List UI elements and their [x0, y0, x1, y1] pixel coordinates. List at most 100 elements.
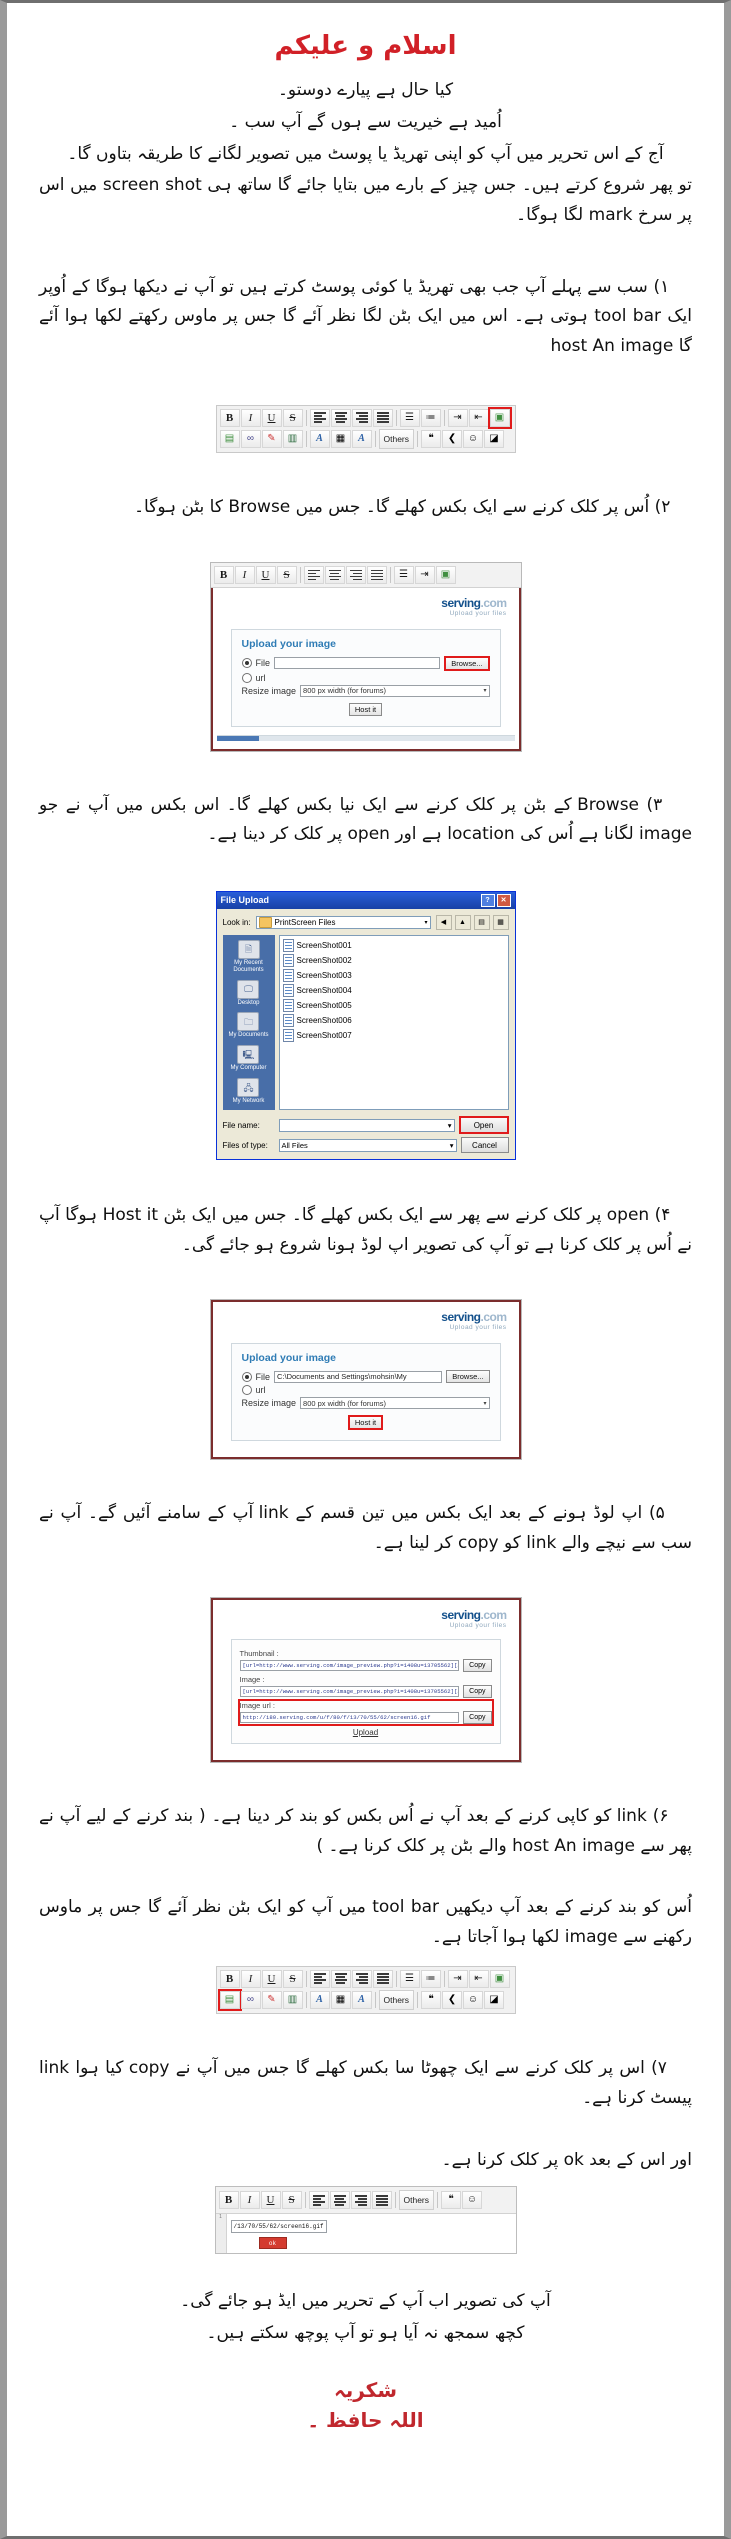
align-left-button[interactable]	[303, 565, 324, 584]
font-size-icon[interactable]: A	[351, 429, 372, 448]
strikethrough-button[interactable]: S	[282, 408, 303, 427]
align-center-button[interactable]	[330, 1969, 351, 1988]
list-item[interactable]: ScreenShot003	[282, 968, 505, 982]
indent-button[interactable]: ⇥	[447, 408, 468, 427]
url-radio[interactable]	[241, 1385, 252, 1396]
smiley-icon[interactable]: ☺	[463, 429, 484, 448]
upload-link[interactable]: Upload	[240, 1728, 492, 1737]
align-justify-button[interactable]	[366, 565, 387, 584]
cancel-button[interactable]: Cancel	[460, 1137, 509, 1154]
indent-button[interactable]: ⇥	[414, 565, 435, 584]
underline-button[interactable]: U	[261, 408, 282, 427]
insert-image-button[interactable]: ▤	[217, 1988, 242, 2011]
list-icon[interactable]: ▥	[282, 429, 303, 448]
list-item[interactable]: ScreenShot002	[282, 953, 505, 967]
list-item[interactable]: ScreenShot001	[282, 938, 505, 952]
copy-image-url-button[interactable]: Copy	[463, 1711, 492, 1725]
place-my-documents[interactable]: 🗀 My Documents	[228, 1012, 269, 1039]
file-input[interactable]: C:\Documents and Settings\mohsin\My	[274, 1370, 443, 1383]
outdent-button[interactable]: ⇤	[468, 408, 489, 427]
host-an-image-button[interactable]: ▣	[487, 406, 512, 429]
image-url-paste-input[interactable]: /13/70/55/62/screen16.gif	[230, 2220, 327, 2234]
strikethrough-button[interactable]: S	[281, 2191, 302, 2210]
italic-button[interactable]: I	[234, 565, 255, 584]
file-type-select[interactable]: All Files ▾	[278, 1138, 457, 1152]
url-radio[interactable]	[241, 672, 252, 683]
quote-icon[interactable]: ❝	[441, 2191, 462, 2210]
palette-icon[interactable]: ▦	[330, 429, 351, 448]
file-name-input[interactable]: ▾	[278, 1118, 455, 1132]
unordered-list-button[interactable]: ≔	[420, 1969, 441, 1988]
bold-button[interactable]: B	[218, 2191, 239, 2210]
resize-select[interactable]: 800 px width (for forums) ▾	[300, 684, 490, 697]
link-icon[interactable]: ∞	[240, 429, 261, 448]
file-list[interactable]: ScreenShot001 ScreenShot002 ScreenShot00…	[278, 934, 509, 1111]
thumbnail-code-input[interactable]: [url=http://www.serving.com/image_previe…	[239, 1660, 460, 1672]
look-in-combo[interactable]: PrintScreen Files ▾	[255, 915, 431, 929]
font-color-icon[interactable]: A	[309, 1990, 330, 2009]
place-my-recent-documents[interactable]: 🗎 My Recent Documents	[225, 939, 273, 974]
attachment-icon[interactable]: ✎	[261, 429, 282, 448]
underline-button[interactable]: U	[260, 2191, 281, 2210]
others-dropdown[interactable]: Others	[378, 1989, 415, 2010]
align-center-button[interactable]	[330, 408, 351, 427]
underline-button[interactable]: U	[261, 1969, 282, 1988]
horizontal-scrollbar[interactable]	[216, 734, 515, 741]
align-center-button[interactable]	[324, 565, 345, 584]
unordered-list-button[interactable]: ≔	[420, 408, 441, 427]
file-radio[interactable]	[241, 1371, 252, 1382]
back-icon[interactable]: ◀	[435, 914, 452, 930]
up-folder-icon[interactable]: ▲	[454, 914, 471, 930]
align-right-button[interactable]	[351, 1969, 372, 1988]
host-it-button[interactable]: Host it	[348, 702, 383, 716]
help-icon[interactable]: ?	[480, 893, 495, 907]
align-left-button[interactable]	[308, 2191, 329, 2210]
align-left-button[interactable]	[309, 408, 330, 427]
align-justify-button[interactable]	[372, 1969, 393, 1988]
copy-image-button[interactable]: Copy	[463, 1685, 492, 1699]
resize-select[interactable]: 800 px width (for forums) ▾	[300, 1397, 490, 1410]
list-item[interactable]: ScreenShot007	[282, 1028, 505, 1042]
align-right-button[interactable]	[351, 408, 372, 427]
align-right-button[interactable]	[350, 2191, 371, 2210]
smiley-icon[interactable]: ☺	[462, 2191, 483, 2210]
align-center-button[interactable]	[329, 2191, 350, 2210]
copy-thumbnail-button[interactable]: Copy	[463, 1659, 492, 1673]
quote-icon[interactable]: ❝	[421, 429, 442, 448]
list-item[interactable]: ScreenShot005	[282, 998, 505, 1012]
view-mode-icon[interactable]: ▦	[492, 914, 509, 930]
list-icon[interactable]: ▥	[282, 1990, 303, 2009]
others-dropdown[interactable]: Others	[398, 2190, 435, 2211]
palette-icon[interactable]: ▦	[330, 1990, 351, 2009]
image-icon[interactable]: ▤	[219, 429, 240, 448]
place-my-network[interactable]: 🖧 My Network	[233, 1078, 264, 1105]
image-button[interactable]: ▣	[435, 565, 456, 584]
code-icon[interactable]: ❮	[442, 429, 463, 448]
quote-icon[interactable]: ❝	[421, 1990, 442, 2009]
font-color-icon[interactable]: A	[309, 429, 330, 448]
ordered-list-button[interactable]: ☰	[399, 408, 420, 427]
file-radio[interactable]	[241, 658, 252, 669]
code-icon[interactable]: ❮	[442, 1990, 463, 2009]
browse-button[interactable]: Browse...	[444, 655, 490, 671]
strikethrough-button[interactable]: S	[276, 565, 297, 584]
place-my-computer[interactable]: 🖳 My Computer	[230, 1045, 267, 1072]
browse-button[interactable]: Browse...	[446, 1370, 490, 1384]
strikethrough-button[interactable]: S	[282, 1969, 303, 1988]
bold-button[interactable]: B	[213, 565, 234, 584]
list-item[interactable]: ScreenShot006	[282, 1013, 505, 1027]
bold-button[interactable]: B	[219, 408, 240, 427]
align-right-button[interactable]	[345, 565, 366, 584]
attachment-icon[interactable]: ✎	[261, 1990, 282, 2009]
others-dropdown[interactable]: Others	[378, 428, 415, 449]
italic-button[interactable]: I	[240, 408, 261, 427]
indent-button[interactable]: ⇥	[447, 1969, 468, 1988]
host-an-image-button[interactable]: ▣	[489, 1969, 510, 1988]
smiley-icon[interactable]: ☺	[463, 1990, 484, 2009]
underline-button[interactable]: U	[255, 565, 276, 584]
list-button[interactable]: ☰	[393, 565, 414, 584]
preview-icon[interactable]: ◪	[484, 429, 505, 448]
ordered-list-button[interactable]: ☰	[399, 1969, 420, 1988]
close-icon[interactable]: ✕	[496, 893, 511, 907]
align-justify-button[interactable]	[371, 2191, 392, 2210]
